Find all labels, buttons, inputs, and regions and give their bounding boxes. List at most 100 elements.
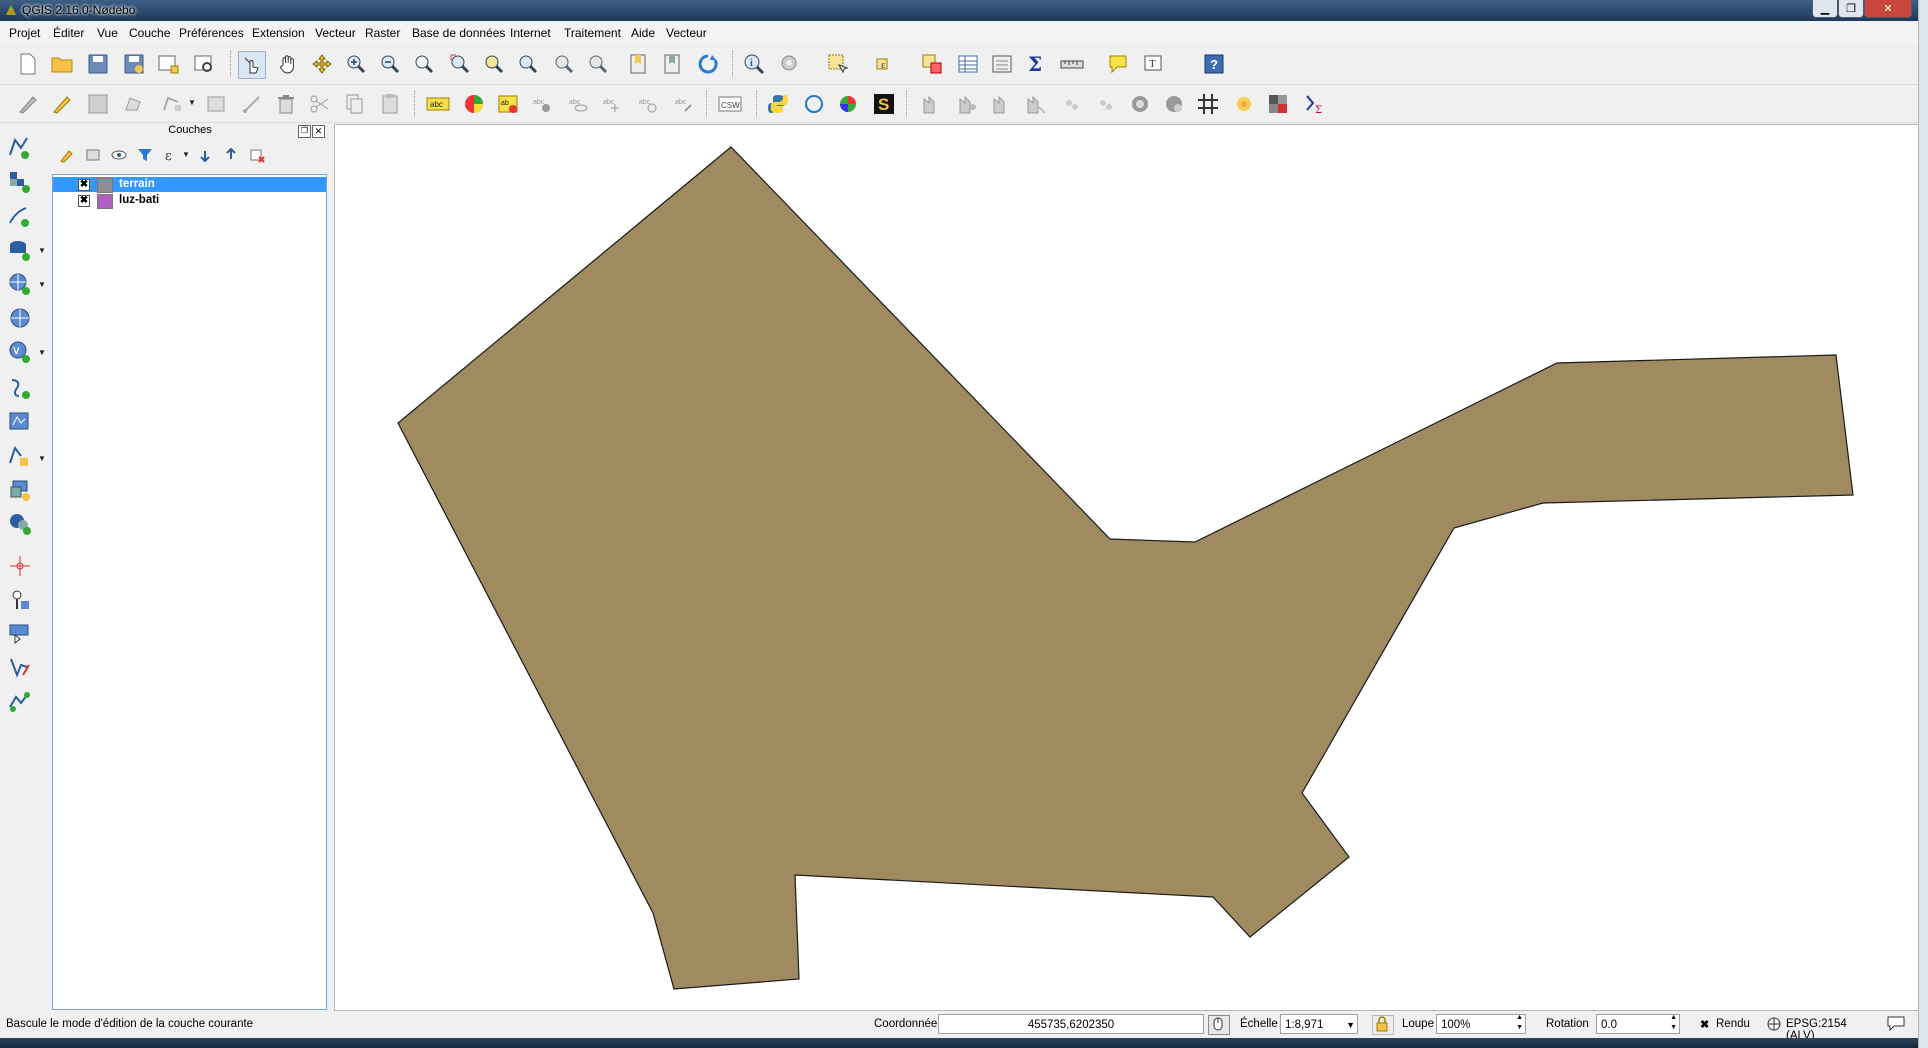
pan-button[interactable]: [274, 50, 302, 78]
menu-projet[interactable]: Projet: [9, 26, 40, 40]
processing-terrain-button[interactable]: [918, 90, 946, 118]
composer-manager-button[interactable]: [190, 50, 218, 78]
measure-button[interactable]: [1058, 50, 1086, 78]
expression-filter-dropdown[interactable]: ▼: [182, 150, 190, 160]
gps-tools-button[interactable]: [4, 586, 36, 614]
diagram-tool-button[interactable]: [460, 90, 488, 118]
menu-raster[interactable]: Raster: [365, 26, 400, 40]
heatmap-button[interactable]: [1230, 90, 1258, 118]
sum-button[interactable]: Σ: [1300, 90, 1328, 118]
remove-layer-button[interactable]: [246, 144, 268, 166]
cut-features-button[interactable]: [306, 90, 334, 118]
add-virtual-dropdown[interactable]: ▼: [38, 348, 46, 358]
menu-couche[interactable]: Couche: [129, 26, 170, 40]
messages-button[interactable]: [1886, 1015, 1908, 1033]
raster-calc-button[interactable]: [1264, 90, 1292, 118]
actions-button[interactable]: [776, 50, 804, 78]
map-canvas[interactable]: [334, 124, 1920, 1011]
zoom-full-button[interactable]: [446, 50, 474, 78]
terrain-polygon[interactable]: [397, 146, 1854, 990]
topology-button[interactable]: [834, 90, 862, 118]
rotation-spinbox[interactable]: 0.0 ▲ ▼: [1596, 1014, 1680, 1034]
map-tips-button[interactable]: [1104, 50, 1132, 78]
add-virtual-layer-button[interactable]: V: [4, 338, 36, 366]
sextante-button[interactable]: S: [870, 90, 898, 118]
panel-close-button[interactable]: ✕: [312, 125, 325, 138]
close-button[interactable]: ✕: [1864, 0, 1912, 18]
processing-history-button[interactable]: [1092, 90, 1120, 118]
add-wms-button[interactable]: [4, 270, 36, 298]
copy-features-button[interactable]: [340, 90, 368, 118]
delete-selected-button[interactable]: [272, 90, 300, 118]
label-tool-button[interactable]: abc: [424, 90, 452, 118]
add-vector-tile-button[interactable]: [4, 374, 36, 402]
menu-aide[interactable]: Aide: [631, 26, 655, 40]
change-label-button[interactable]: abc: [670, 90, 698, 118]
visibility-button[interactable]: [108, 144, 130, 166]
help-button[interactable]: ?: [1200, 50, 1228, 78]
toggle-extents-button[interactable]: [1208, 1015, 1230, 1035]
menu-extension[interactable]: Extension: [252, 26, 305, 40]
text-annotation-button[interactable]: T: [1140, 50, 1168, 78]
metasearch-button[interactable]: CSW: [716, 90, 744, 118]
save-as-button[interactable]: [120, 50, 148, 78]
move-feature-button[interactable]: [202, 90, 230, 118]
add-vector-layer-button[interactable]: [4, 134, 36, 162]
statistics-button[interactable]: Σ: [1022, 50, 1050, 78]
pin-labels-button[interactable]: abc: [528, 90, 556, 118]
menu-base-de-donnees[interactable]: Base de données: [412, 26, 505, 40]
zoom-next-button[interactable]: [584, 50, 612, 78]
georef-tool-button[interactable]: [4, 620, 36, 648]
add-spatialite-button[interactable]: [4, 236, 36, 264]
new-layer-dropdown[interactable]: ▼: [38, 454, 46, 464]
zoom-to-layer-button[interactable]: [514, 50, 542, 78]
processing-vector-button[interactable]: [988, 90, 1016, 118]
add-wcs-button[interactable]: [4, 408, 36, 436]
node-editor-button[interactable]: [238, 90, 266, 118]
new-spatialite-button[interactable]: [4, 476, 36, 504]
menu-vue[interactable]: Vue: [97, 26, 118, 40]
save-edits-button[interactable]: [84, 90, 112, 118]
print-composer-button[interactable]: [154, 50, 182, 78]
layer-item-luz-bati[interactable]: ✖ luz-bati: [53, 193, 326, 209]
scale-lock-button[interactable]: [1372, 1015, 1394, 1035]
add-spatialite-dropdown[interactable]: ▼: [38, 246, 46, 256]
zoom-last-button[interactable]: [550, 50, 578, 78]
coordinate-field[interactable]: 455735,6202350: [938, 1014, 1204, 1034]
select-by-expression-button[interactable]: ε: [872, 50, 900, 78]
zoom-to-selection-button[interactable]: [480, 50, 508, 78]
move-label-button[interactable]: abc: [598, 90, 626, 118]
toggle-editing-button[interactable]: [48, 90, 76, 118]
menu-preferences[interactable]: Préférences: [179, 26, 244, 40]
add-wfs-button[interactable]: [4, 304, 36, 332]
python-console-button[interactable]: [764, 90, 792, 118]
grid-button[interactable]: [1194, 90, 1222, 118]
render-checkbox[interactable]: ✖: [1700, 1018, 1709, 1031]
paste-features-button[interactable]: [376, 90, 404, 118]
minimize-button[interactable]: ▁: [1812, 0, 1838, 18]
current-edits-button[interactable]: [14, 90, 42, 118]
field-calculator-button[interactable]: [988, 50, 1016, 78]
zoom-in-button[interactable]: [342, 50, 370, 78]
zoom-out-button[interactable]: [376, 50, 404, 78]
rotate-label-button[interactable]: abc: [634, 90, 662, 118]
add-oracle-button[interactable]: [4, 688, 36, 716]
add-raster-layer-button[interactable]: [4, 168, 36, 196]
processing-model-button[interactable]: [1022, 90, 1050, 118]
layer-visibility-checkbox[interactable]: ✖: [78, 195, 90, 207]
save-project-button[interactable]: [84, 50, 112, 78]
add-group-button[interactable]: [82, 144, 104, 166]
crs-button[interactable]: EPSG:2154 (ALV): [1764, 1015, 1878, 1042]
select-features-button[interactable]: [824, 50, 852, 78]
new-bookmark-button[interactable]: [624, 50, 652, 78]
scale-combobox[interactable]: 1:8,971 ▼: [1280, 1014, 1358, 1034]
new-shapefile-button[interactable]: [4, 442, 36, 470]
menu-vecteur-2[interactable]: Vecteur: [666, 26, 707, 40]
add-feature-button[interactable]: [120, 90, 148, 118]
processing-raster-button[interactable]: [954, 90, 982, 118]
menu-internet[interactable]: Internet: [510, 26, 551, 40]
processing-options-button[interactable]: [1160, 90, 1188, 118]
layer-labeling-button[interactable]: ab: [494, 90, 522, 118]
menu-editer[interactable]: Éditer: [53, 26, 84, 40]
digitize-point-button[interactable]: [4, 552, 36, 580]
